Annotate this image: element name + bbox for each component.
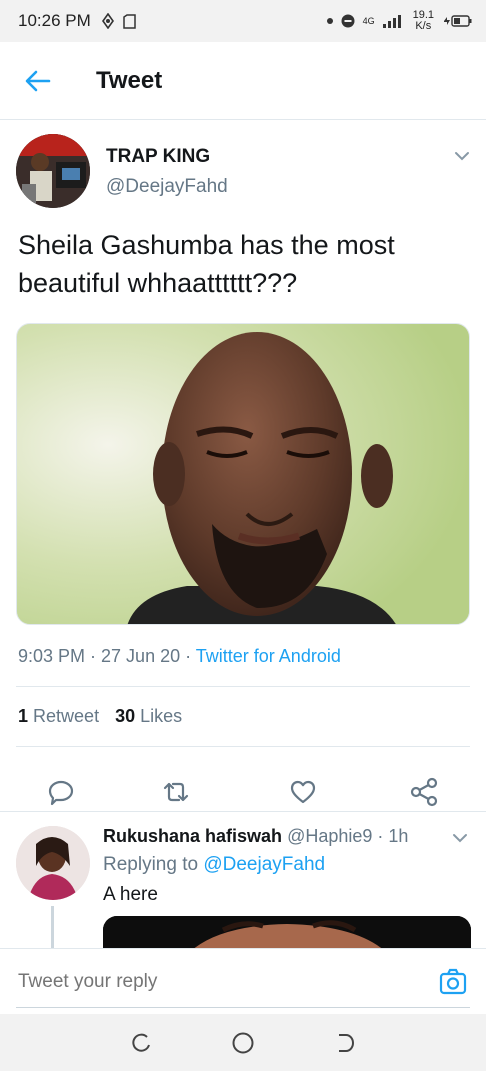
reply-input[interactable]	[18, 967, 418, 997]
battery-icon	[444, 15, 472, 27]
back-arrow-icon	[25, 70, 51, 91]
replying-to: Replying to @DeejayFahd	[103, 854, 326, 875]
author-avatar[interactable]	[16, 134, 90, 208]
reply-header: Rukushana hafiswah @Haphie9 · 1h	[103, 826, 408, 847]
reply-menu-button[interactable]	[450, 828, 470, 848]
home-icon	[232, 1032, 254, 1053]
signal-icon	[382, 15, 401, 28]
back-button[interactable]	[18, 61, 58, 101]
avatar-image	[16, 134, 90, 208]
data-rate: 19.1 K/s	[412, 9, 434, 32]
divider	[16, 686, 470, 687]
author-name[interactable]: TRAP KING	[106, 146, 210, 168]
location-icon	[101, 13, 114, 29]
reply-button[interactable]	[45, 776, 77, 808]
reply-author-avatar[interactable]	[16, 826, 90, 900]
network-type: 4G	[362, 16, 375, 26]
replying-to-link[interactable]: @DeejayFahd	[203, 854, 325, 875]
chevron-down-icon	[453, 834, 467, 843]
status-bar: 10:26 PM 4G 19.1 K/s	[0, 0, 486, 42]
thread-line	[51, 906, 54, 948]
recents-button[interactable]	[126, 1028, 156, 1058]
share-icon	[410, 777, 438, 807]
system-nav-bar	[0, 1014, 486, 1071]
sd-card-icon	[123, 13, 136, 29]
reply-time: · 1h	[377, 826, 409, 846]
camera-button[interactable]	[438, 967, 468, 997]
dot-icon	[326, 18, 333, 24]
like-icon	[290, 780, 316, 804]
home-button[interactable]	[228, 1028, 258, 1058]
tweet-media-photo[interactable]	[16, 323, 470, 625]
system-back-button[interactable]	[330, 1028, 360, 1058]
reply-icon	[48, 780, 74, 806]
input-underline	[16, 1007, 470, 1008]
tweet-menu-button[interactable]	[452, 146, 472, 166]
recents-icon	[132, 1033, 150, 1052]
share-button[interactable]	[408, 776, 440, 808]
reply-text: A here	[103, 884, 158, 905]
reply-tweet[interactable]: Rukushana hafiswah @Haphie9 · 1h Replyin…	[0, 816, 486, 948]
reply-author-handle[interactable]: @Haphie9	[287, 826, 372, 846]
like-button[interactable]	[287, 776, 319, 808]
status-time: 10:26 PM	[18, 11, 91, 30]
chevron-down-icon	[455, 152, 469, 161]
author-handle[interactable]: @DeejayFahd	[106, 176, 228, 198]
app-bar: Tweet	[0, 42, 486, 120]
reply-author-name[interactable]: Rukushana hafiswah	[103, 826, 282, 846]
divider	[16, 746, 470, 747]
reply-composer	[0, 948, 486, 1014]
reply-media-photo[interactable]	[103, 916, 471, 948]
do-not-disturb-icon	[341, 14, 355, 28]
back-icon	[339, 1033, 354, 1052]
retweet-button[interactable]	[160, 776, 192, 808]
page-title: Tweet	[96, 66, 163, 94]
divider	[0, 811, 486, 812]
camera-icon	[439, 968, 467, 995]
avatar-image	[16, 826, 90, 900]
tweet-text: Sheila Gashumba has the most beautiful w…	[18, 230, 395, 298]
photo-image	[17, 324, 469, 624]
tweet-stats: 1 Retweet 30 Likes	[18, 706, 182, 727]
likes-stat[interactable]: 30 Likes	[115, 706, 182, 727]
retweets-stat[interactable]: 1 Retweet	[18, 706, 99, 727]
retweet-icon	[163, 782, 189, 802]
tweet-actions	[0, 764, 486, 824]
photo-image	[103, 916, 471, 948]
tweet-source-link[interactable]: Twitter for Android	[196, 646, 341, 666]
tweet-timestamp: 9:03 PM · 27 Jun 20 · Twitter for Androi…	[18, 646, 341, 666]
